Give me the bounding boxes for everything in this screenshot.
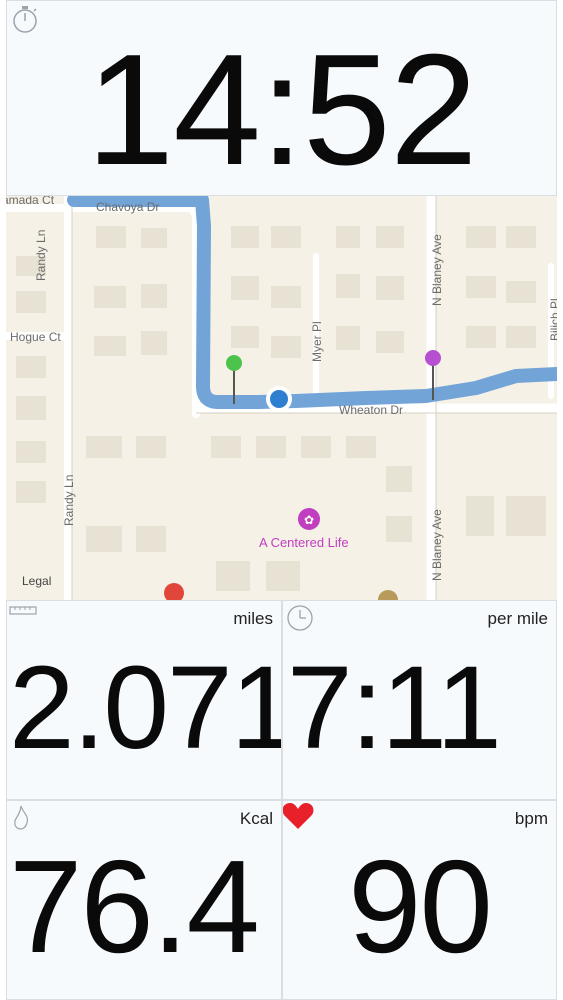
street-label-wheaton: Wheaton Dr	[339, 403, 404, 417]
distance-panel: miles 2.0717	[6, 600, 282, 800]
street-label-randy-2: Randy Ln	[62, 474, 76, 526]
street-label-myer: Myer Pl	[310, 321, 324, 362]
flame-icon	[14, 805, 28, 830]
yoga-icon[interactable]: ✿	[298, 508, 320, 530]
pace-panel: per mile 7:11	[282, 600, 557, 800]
street-label-chavoya: Chavoya Dr	[96, 200, 160, 214]
street-label-randy-1: Randy Ln	[34, 229, 48, 281]
legal-link[interactable]: Legal	[22, 574, 51, 588]
street-label-amada-ct: amada Ct	[6, 196, 55, 207]
elapsed-time-panel: 14:52	[6, 0, 557, 196]
street-label-hogue: Hogue Ct	[10, 330, 61, 344]
medical-icon[interactable]	[164, 583, 184, 600]
ruler-icon	[9, 606, 37, 615]
clock-icon	[287, 605, 313, 631]
heart-icon	[283, 803, 314, 829]
distance-value: 2.0717	[9, 642, 281, 774]
heart-rate-panel: bpm 90	[282, 800, 557, 1000]
svg-text:✿: ✿	[304, 513, 314, 527]
street-label-blaney-1: N Blaney Ave	[430, 234, 444, 306]
poi-label[interactable]: A Centered Life	[259, 535, 349, 550]
pace-value: 7:11	[287, 642, 502, 774]
calories-panel: Kcal 76.4	[6, 800, 282, 1000]
heart-rate-value: 90	[348, 833, 493, 980]
elapsed-time-value: 14:52	[86, 22, 477, 196]
street-label-blaney-2: N Blaney Ave	[430, 509, 444, 581]
pace-unit: per mile	[487, 609, 548, 628]
street-label-bilich: Bilich Pl	[548, 298, 557, 341]
distance-unit: miles	[233, 609, 273, 628]
shop-icon[interactable]	[378, 590, 398, 600]
current-location-icon	[266, 386, 292, 412]
calories-value: 76.4	[9, 833, 260, 980]
heart-rate-unit: bpm	[514, 809, 548, 828]
route-map[interactable]: ✿ amada Ct Chavoya Dr Randy Ln Randy Ln …	[6, 196, 557, 600]
calories-unit: Kcal	[239, 809, 273, 828]
